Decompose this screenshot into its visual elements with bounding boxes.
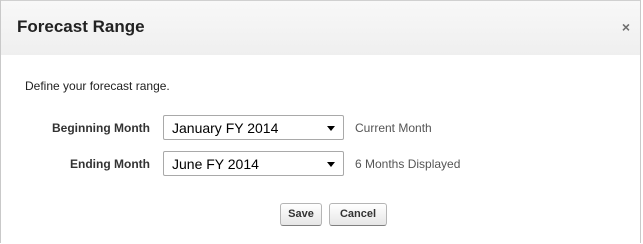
beginning-month-value: January FY 2014: [172, 120, 279, 136]
close-icon[interactable]: ×: [622, 19, 630, 35]
chevron-down-icon: [327, 126, 335, 131]
intro-text: Define your forecast range.: [25, 79, 170, 93]
beginning-month-hint: Current Month: [355, 121, 432, 135]
forecast-range-dialog: Forecast Range × Define your forecast ra…: [0, 0, 641, 243]
chevron-down-icon: [327, 162, 335, 167]
dialog-header: Forecast Range ×: [1, 0, 640, 55]
ending-month-select[interactable]: June FY 2014: [163, 151, 344, 176]
beginning-month-select[interactable]: January FY 2014: [163, 115, 344, 140]
dialog-title: Forecast Range: [17, 17, 145, 36]
ending-month-hint: 6 Months Displayed: [355, 157, 461, 171]
ending-month-value: June FY 2014: [172, 156, 259, 172]
beginning-month-label: Beginning Month: [52, 121, 150, 135]
ending-month-label: Ending Month: [70, 157, 150, 171]
save-button[interactable]: Save: [280, 203, 322, 226]
cancel-button[interactable]: Cancel: [329, 203, 387, 226]
